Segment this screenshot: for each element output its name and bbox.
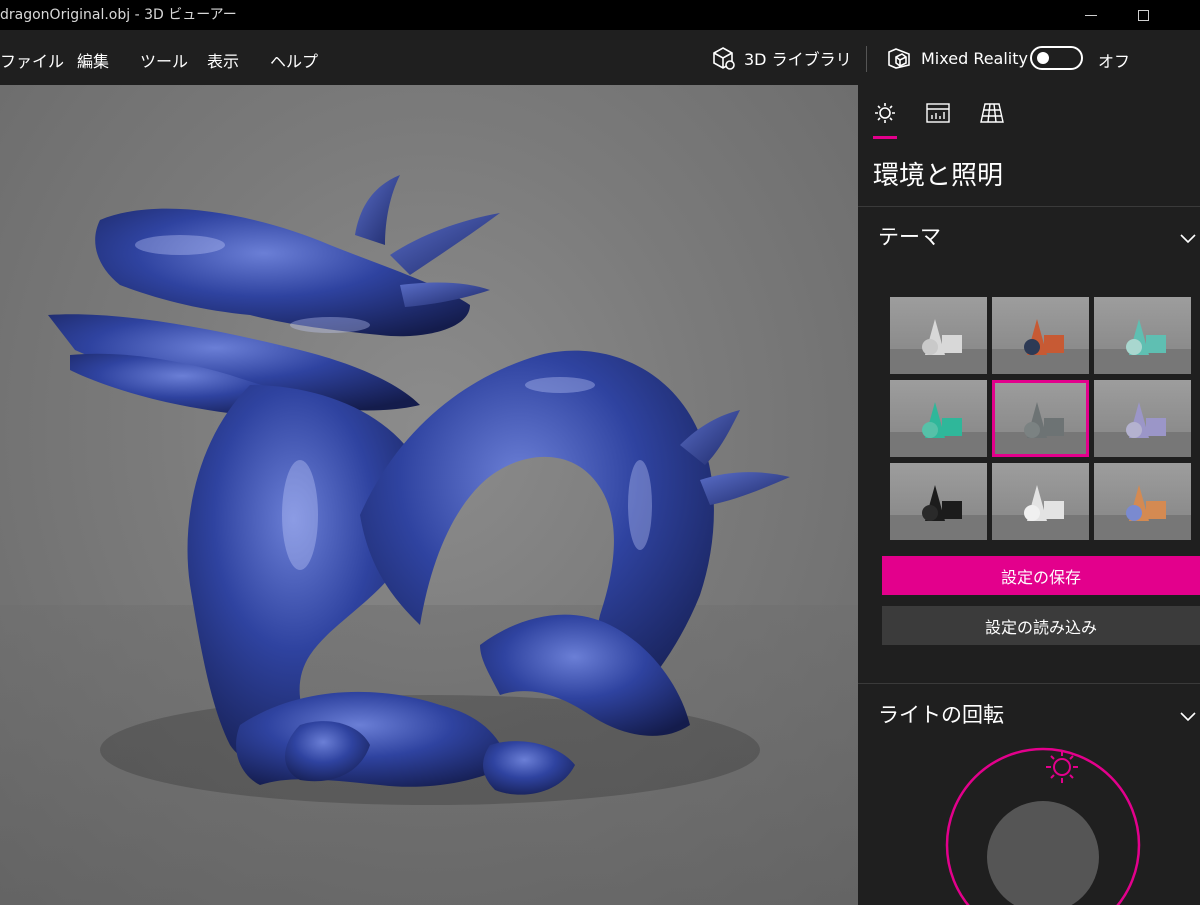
light-sphere: [987, 801, 1099, 905]
menu-view[interactable]: 表示: [207, 48, 239, 72]
divider: [858, 683, 1200, 684]
menu-edit[interactable]: 編集: [77, 48, 109, 72]
theme-tile-selected[interactable]: [992, 380, 1089, 457]
toggle-state-label: オフ: [1098, 52, 1131, 71]
stats-icon: [926, 103, 950, 123]
tab-grid[interactable]: [978, 99, 1006, 127]
theme-box: [942, 335, 962, 353]
theme-box: [942, 418, 962, 436]
tab-statistics[interactable]: [924, 99, 952, 127]
theme-tile[interactable]: [992, 463, 1089, 540]
theme-tile[interactable]: [1094, 463, 1191, 540]
menu-tools[interactable]: ツール: [140, 48, 188, 72]
minimize-button[interactable]: [1068, 0, 1114, 30]
3d-library-label: 3D ライブラリ: [744, 50, 852, 69]
3d-library-button[interactable]: 3D ライブラリ: [710, 44, 852, 72]
theme-sphere: [922, 339, 938, 355]
theme-tile[interactable]: [1094, 380, 1191, 457]
menu-bar: ファイル 編集 ツール 表示 ヘルプ 3D ライブラリ Mixed Realit…: [0, 30, 1200, 85]
theme-box: [1146, 335, 1166, 353]
tab-environment[interactable]: [871, 99, 899, 127]
theme-sphere: [1024, 505, 1040, 521]
theme-tile[interactable]: [890, 380, 987, 457]
menu-help[interactable]: ヘルプ: [270, 48, 318, 72]
minimize-icon: [1085, 14, 1097, 16]
theme-heading[interactable]: テーマ: [878, 221, 941, 251]
theme-sphere: [1024, 422, 1040, 438]
divider: [858, 206, 1200, 207]
3d-viewport[interactable]: [0, 85, 858, 905]
toolbar-divider: [866, 46, 867, 72]
mixed-reality-button[interactable]: Mixed Reality: [886, 44, 1028, 72]
theme-tile[interactable]: [1094, 297, 1191, 374]
theme-box: [1146, 418, 1166, 436]
theme-tile[interactable]: [890, 463, 987, 540]
toggle-knob: [1037, 52, 1049, 64]
environment-panel: 環境と照明 テーマ 設定の保存 設定の読み込み ライトの回転: [858, 85, 1200, 905]
light-sun-icon[interactable]: [1046, 751, 1078, 783]
save-settings-button[interactable]: 設定の保存: [882, 556, 1200, 595]
light-rotation-dial[interactable]: [943, 745, 1143, 905]
theme-box: [1044, 501, 1064, 519]
theme-tile[interactable]: [992, 297, 1089, 374]
theme-sphere: [1024, 339, 1040, 355]
grid-icon: [980, 103, 1004, 123]
cube-icon: [713, 47, 735, 70]
mixed-reality-icon: [888, 48, 910, 69]
theme-sphere: [922, 422, 938, 438]
theme-box: [1044, 335, 1064, 353]
load-settings-button[interactable]: 設定の読み込み: [882, 606, 1200, 645]
theme-grid: [890, 297, 1200, 542]
active-tab-indicator: [873, 136, 897, 139]
theme-box: [1044, 418, 1064, 436]
theme-box: [1146, 501, 1166, 519]
theme-sphere: [1126, 505, 1142, 521]
theme-sphere: [922, 505, 938, 521]
mixed-reality-label: Mixed Reality: [921, 48, 1028, 68]
theme-sphere: [1126, 422, 1142, 438]
panel-title: 環境と照明: [873, 161, 1004, 191]
theme-box: [942, 501, 962, 519]
chevron-down-icon[interactable]: [1179, 229, 1197, 247]
sun-icon: [875, 103, 895, 123]
theme-tile[interactable]: [890, 297, 987, 374]
maximize-icon: [1137, 9, 1149, 21]
menu-file[interactable]: ファイル: [0, 48, 64, 72]
window-title: dragonOriginal.obj - 3D ビューアー: [0, 7, 237, 23]
theme-sphere: [1126, 339, 1142, 355]
title-bar: dragonOriginal.obj - 3D ビューアー: [0, 0, 1200, 30]
mixed-reality-toggle[interactable]: [1030, 46, 1083, 70]
dragon-model[interactable]: [0, 85, 858, 905]
maximize-button[interactable]: [1120, 0, 1166, 30]
chevron-down-icon[interactable]: [1179, 707, 1197, 725]
light-rotation-heading[interactable]: ライトの回転: [878, 699, 1004, 729]
